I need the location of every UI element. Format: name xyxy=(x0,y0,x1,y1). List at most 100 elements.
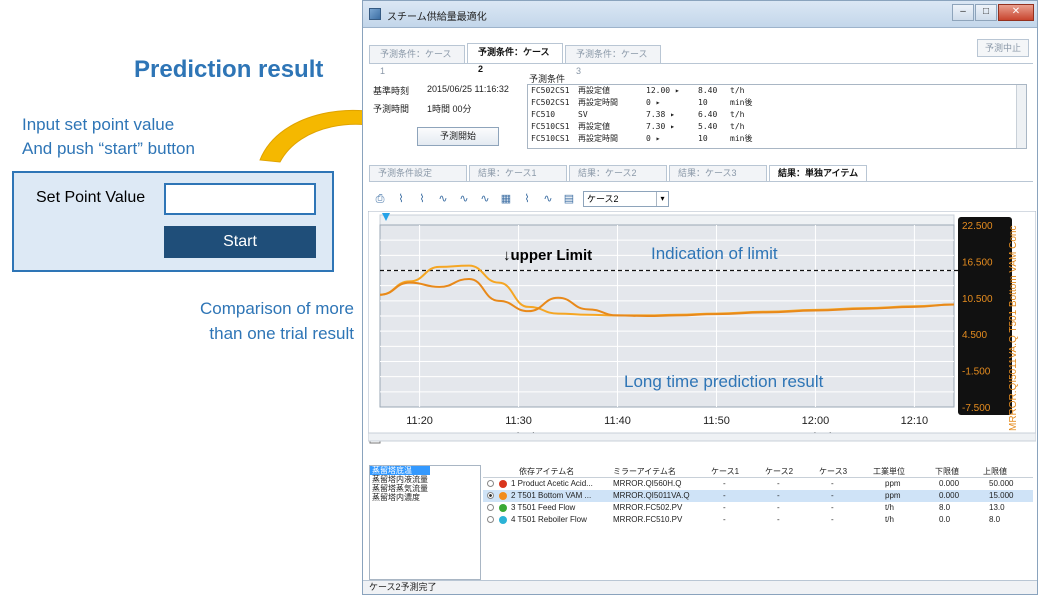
item-group-list[interactable]: 蒸留塔底温 蒸留塔内液流量 蒸留塔蒸気流量 蒸留塔内濃度 xyxy=(369,465,481,580)
conditions-scrollbar[interactable] xyxy=(1016,85,1026,148)
y-axis-title: MRROR.QI5011VA.Q T501 Bottom VAM Conc xyxy=(1008,225,1019,431)
cell-mirror: MRROR.FC510.PV xyxy=(613,515,683,524)
tab-condition-case2[interactable]: 予測条件：ケース2 xyxy=(467,43,563,74)
chart-hscrollbar xyxy=(368,432,1036,442)
tab-result-case3[interactable]: 結果：ケース3 xyxy=(669,165,767,181)
compare-icon[interactable]: ▤ xyxy=(560,191,578,207)
col-mirror-item[interactable]: ミラーアイテム名 xyxy=(613,465,676,478)
trend-icon-3[interactable]: ∿ xyxy=(434,191,452,207)
setpoint-panel: Set Point Value Start xyxy=(12,171,334,272)
row-radio[interactable] xyxy=(487,504,494,511)
instruction-line-1: Input set point value xyxy=(22,115,175,134)
screen: Prediction result Input set point value … xyxy=(0,0,1038,595)
row-radio[interactable] xyxy=(487,492,494,499)
status-bar: ケース2予測完了 xyxy=(363,580,1037,594)
cell-lower: 0.000 xyxy=(939,491,960,500)
cell-mirror: MRROR.QI560H.Q xyxy=(613,479,682,488)
cell-case3: - xyxy=(831,491,834,500)
conditions-list[interactable]: FC502CS1 再設定値 12.00 ▸ 8.40 t/h FC502CS1 再設定時間… xyxy=(527,84,1027,149)
tab-condition-case1[interactable]: 予測条件：ケース1 xyxy=(369,45,465,76)
condition-panel: 基準時刻 2015/06/25 11:16:32 予測時間 1時間 00分 予測… xyxy=(369,63,1033,158)
trend-icon-6[interactable]: ⌇ xyxy=(518,191,536,207)
tab-result-single-item[interactable]: 結果：単独アイテム xyxy=(769,165,867,181)
cell-case2: - xyxy=(777,515,780,524)
y-tick-label: 16.500 xyxy=(962,257,993,268)
cell-unit: ppm xyxy=(885,491,901,500)
trend-icon-5[interactable]: ∿ xyxy=(476,191,494,207)
minimize-button[interactable]: – xyxy=(952,4,974,21)
stop-prediction-button[interactable]: 予測中止 xyxy=(977,39,1029,57)
series-color-icon xyxy=(499,504,507,512)
table-row[interactable]: 2 T501 Bottom VAM ... MRROR.QI5011VA.Q - - -… xyxy=(483,490,1033,502)
setpoint-input[interactable] xyxy=(164,183,316,215)
y-axis-panel xyxy=(958,217,1012,415)
col-case1[interactable]: ケース1 xyxy=(711,465,739,478)
cell-case2: - xyxy=(777,491,780,500)
list-item[interactable]: 蒸留塔内液流量 xyxy=(370,475,480,484)
condition-row: FC510CS1 再設定時間 0 ▸ 10 min後 xyxy=(531,134,753,143)
cell-lower: 0.000 xyxy=(939,479,960,488)
cell-item-name: 2 T501 Bottom VAM ... xyxy=(511,491,592,500)
col-lower-limit[interactable]: 下限値 xyxy=(935,465,959,478)
row-radio[interactable] xyxy=(487,480,494,487)
list-item[interactable]: 蒸留塔底温 xyxy=(370,466,430,475)
maximize-button[interactable]: □ xyxy=(975,4,997,21)
tab-divider xyxy=(369,181,1033,182)
trend-icon-2[interactable]: ⌇ xyxy=(413,191,431,207)
cell-case1: - xyxy=(723,479,726,488)
duration-label: 予測時間 xyxy=(373,104,410,114)
comparison-line-1: Comparison of more xyxy=(199,299,354,318)
col-dependent-item[interactable]: 依存アイテム名 xyxy=(519,465,574,478)
tab-condition-settings[interactable]: 予測条件設定 xyxy=(369,165,467,181)
table-icon[interactable]: ▦ xyxy=(497,191,515,207)
y-tick-label: 4.500 xyxy=(962,330,987,341)
cell-case1: - xyxy=(723,491,726,500)
chevron-down-icon: ▾ xyxy=(656,192,668,206)
cell-case1: - xyxy=(723,515,726,524)
predict-start-button[interactable]: 予測開始 xyxy=(417,127,499,146)
series-color-icon xyxy=(499,480,507,488)
cell-mirror: MRROR.QI5011VA.Q xyxy=(613,491,690,500)
col-case2[interactable]: ケース2 xyxy=(765,465,793,478)
duration-value: 1時間 00分 xyxy=(427,104,472,114)
cell-case3: - xyxy=(831,515,834,524)
list-item[interactable]: 蒸留塔蒸気流量 xyxy=(370,484,480,493)
table-row[interactable]: 1 Product Acetic Acid... MRROR.QI560H.Q - -… xyxy=(483,478,1033,490)
condition-tabs: 予測条件：ケース1 予測条件：ケース2 予測条件：ケース3 xyxy=(369,43,661,76)
table-row[interactable]: 4 T501 Reboiler Flow MRROR.FC510.PV - - - t/h… xyxy=(483,514,1033,526)
start-button[interactable]: Start xyxy=(164,226,316,258)
col-case3[interactable]: ケース3 xyxy=(819,465,847,478)
tab-condition-case3[interactable]: 予測条件：ケース3 xyxy=(565,45,661,76)
x-tick-label: 12:00 xyxy=(802,415,830,427)
cell-item-name: 3 T501 Feed Flow xyxy=(511,503,576,512)
result-tabs: 予測条件設定 結果：ケース1 結果：ケース2 結果：ケース3 結果：単独アイテム xyxy=(369,165,867,181)
cell-upper: 50.000 xyxy=(989,479,1014,488)
cell-upper: 13.0 xyxy=(989,503,1005,512)
tab-result-case2[interactable]: 結果：ケース2 xyxy=(569,165,667,181)
list-item[interactable]: 蒸留塔内濃度 xyxy=(370,493,480,502)
app-icon xyxy=(369,8,381,20)
x-tick-label: 11:50 xyxy=(703,415,730,427)
table-row[interactable]: 3 T501 Feed Flow MRROR.FC502.PV - - - t/h 8.0 1… xyxy=(483,502,1033,514)
print-icon[interactable]: ⎙ xyxy=(371,191,389,207)
y-tick-label: -7.500 xyxy=(962,403,991,414)
trend-icon-1[interactable]: ⌇ xyxy=(392,191,410,207)
chart-scroll-strip xyxy=(379,214,955,226)
case-select[interactable]: ケース2 ▾ xyxy=(583,191,669,207)
close-button[interactable]: ✕ xyxy=(998,4,1034,21)
tab-result-case1[interactable]: 結果：ケース1 xyxy=(469,165,567,181)
x-tick-label: 11:30 xyxy=(505,415,532,427)
col-unit[interactable]: 工業単位 xyxy=(873,465,905,478)
trend-icon-4[interactable]: ∿ xyxy=(455,191,473,207)
chart-toolbar: ⎙ ⌇ ⌇ ∿ ∿ ∿ ▦ ⌇ ∿ ▤ ケース2 ▾ xyxy=(371,189,669,209)
cell-lower: 8.0 xyxy=(939,503,951,512)
row-radio[interactable] xyxy=(487,516,494,523)
y-tick-label: 10.500 xyxy=(962,294,993,305)
cell-mirror: MRROR.FC502.PV xyxy=(613,503,683,512)
col-upper-limit[interactable]: 上限値 xyxy=(983,465,1007,478)
trend-icon-7[interactable]: ∿ xyxy=(539,191,557,207)
long-time-annotation: Long time prediction result xyxy=(624,372,824,391)
cell-item-name: 4 T501 Reboiler Flow xyxy=(511,515,587,524)
cell-case2: - xyxy=(777,479,780,488)
base-time-label: 基準時刻 xyxy=(373,86,410,96)
